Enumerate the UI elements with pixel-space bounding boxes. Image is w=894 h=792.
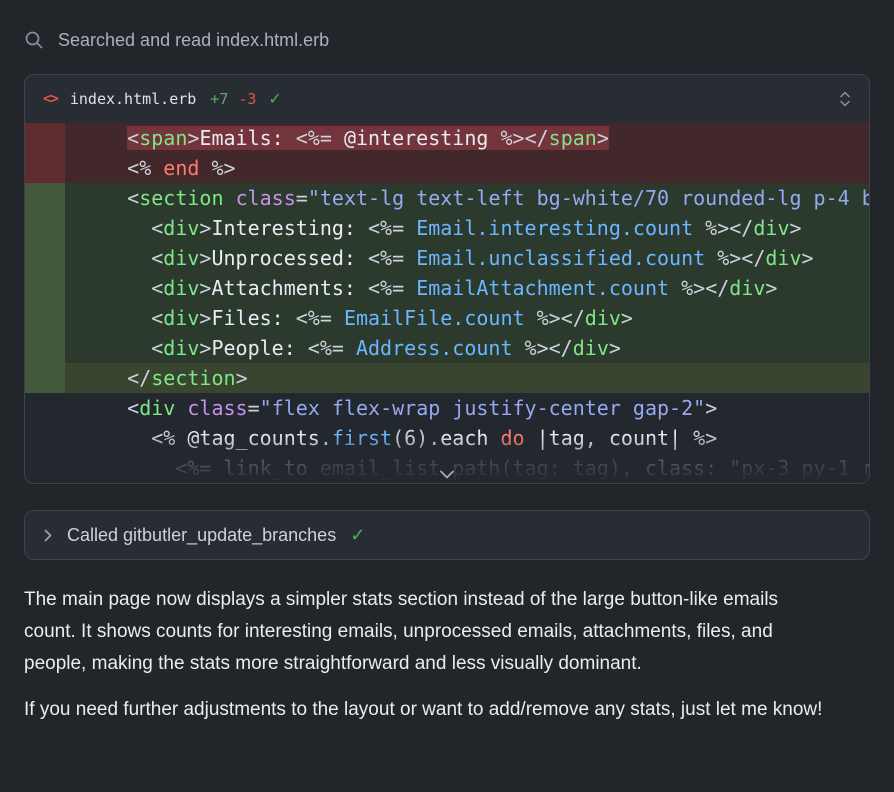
code-lines: <span>Emails: <%= @interesting %></span>… (25, 123, 869, 483)
code-line: <% @tag_counts.first(6).each do |tag, co… (25, 423, 869, 453)
code-line: </section> (25, 363, 869, 393)
diff-gutter (25, 303, 65, 333)
code-file-icon: <> (43, 91, 58, 107)
diff-gutter (25, 423, 65, 453)
search-status-row[interactable]: Searched and read index.html.erb (24, 20, 870, 60)
search-status-text: Searched and read index.html.erb (58, 30, 329, 51)
diff-gutter (25, 363, 65, 393)
diff-gutter (25, 123, 65, 153)
message-paragraph: The main page now displays a simpler sta… (24, 584, 832, 680)
diff-gutter (25, 393, 65, 423)
code-line: <div>Attachments: <%= EmailAttachment.co… (25, 273, 869, 303)
code-line: <section class="text-lg text-left bg-whi… (25, 183, 869, 213)
diff-gutter (25, 273, 65, 303)
diff-gutter (25, 153, 65, 183)
check-icon: ✓ (350, 525, 365, 546)
assistant-message: The main page now displays a simpler sta… (24, 584, 832, 726)
message-paragraph: If you need further adjustments to the l… (24, 694, 832, 726)
show-more-chevron-icon[interactable] (439, 470, 455, 479)
code-line: <div>Files: <%= EmailFile.count %></div> (25, 303, 869, 333)
code-line: <div>Interesting: <%= Email.interesting.… (25, 213, 869, 243)
agent-chat-panel: Searched and read index.html.erb <> inde… (0, 0, 894, 726)
check-icon: ✓ (268, 89, 281, 109)
chevron-right-icon (43, 528, 53, 543)
diff-additions: +7 (210, 90, 228, 108)
code-diff-card: <> index.html.erb +7 -3 ✓ <span>Emails: … (24, 74, 870, 484)
tool-call-row[interactable]: Called gitbutler_update_branches ✓ (24, 510, 870, 560)
filename: index.html.erb (70, 90, 196, 108)
code-line: <div>People: <%= Address.count %></div> (25, 333, 869, 363)
code-line: <div class="flex flex-wrap justify-cente… (25, 393, 869, 423)
expand-collapse-icon[interactable] (839, 90, 851, 108)
code-diff-header[interactable]: <> index.html.erb +7 -3 ✓ (25, 75, 869, 123)
code-line: <span>Emails: <%= @interesting %></span> (25, 123, 869, 153)
diff-deletions: -3 (238, 90, 256, 108)
diff-gutter (25, 243, 65, 273)
diff-gutter (25, 183, 65, 213)
code-line: <div>Unprocessed: <%= Email.unclassified… (25, 243, 869, 273)
search-icon (24, 30, 44, 50)
diff-gutter (25, 453, 65, 483)
diff-gutter (25, 333, 65, 363)
code-line: <% end %> (25, 153, 869, 183)
tool-call-label: Called gitbutler_update_branches (67, 525, 336, 546)
diff-gutter (25, 213, 65, 243)
